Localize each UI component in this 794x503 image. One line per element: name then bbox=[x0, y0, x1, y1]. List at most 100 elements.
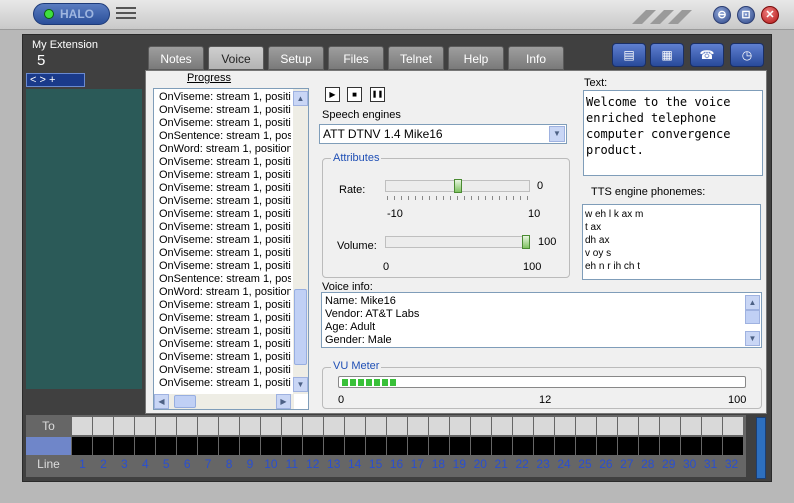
line-state-cell[interactable] bbox=[219, 437, 239, 455]
line-state-cell[interactable] bbox=[576, 437, 596, 455]
line-number[interactable]: 27 bbox=[616, 456, 637, 472]
volume-slider-thumb[interactable] bbox=[522, 235, 530, 249]
to-cell[interactable] bbox=[450, 417, 470, 435]
line-number[interactable]: 23 bbox=[533, 456, 554, 472]
line-number[interactable]: 15 bbox=[365, 456, 386, 472]
to-cell[interactable] bbox=[240, 417, 260, 435]
to-cell[interactable] bbox=[93, 417, 113, 435]
line-state-cell[interactable] bbox=[156, 437, 176, 455]
to-cell[interactable] bbox=[282, 417, 302, 435]
line-state-cell[interactable] bbox=[345, 437, 365, 455]
line-number[interactable]: 14 bbox=[344, 456, 365, 472]
line-number[interactable]: 13 bbox=[323, 456, 344, 472]
to-cell[interactable] bbox=[261, 417, 281, 435]
tab-info[interactable]: Info bbox=[508, 46, 564, 70]
scroll-down-icon[interactable]: ▼ bbox=[745, 331, 760, 346]
chevron-down-icon[interactable]: ▼ bbox=[549, 126, 565, 142]
line-number[interactable]: 6 bbox=[177, 456, 198, 472]
calendar-icon[interactable]: ▦ bbox=[650, 43, 684, 67]
line-number[interactable]: 20 bbox=[470, 456, 491, 472]
line-number[interactable]: 29 bbox=[658, 456, 679, 472]
scroll-thumb[interactable] bbox=[745, 310, 760, 324]
to-cell[interactable] bbox=[135, 417, 155, 435]
to-cell[interactable] bbox=[156, 417, 176, 435]
restore-button[interactable]: ⊡ bbox=[737, 6, 755, 24]
to-cell[interactable] bbox=[324, 417, 344, 435]
line-selector[interactable] bbox=[26, 437, 71, 455]
line-number[interactable]: 24 bbox=[554, 456, 575, 472]
line-number[interactable]: 21 bbox=[491, 456, 512, 472]
scroll-left-icon[interactable]: ◀ bbox=[154, 394, 169, 409]
line-state-cell[interactable] bbox=[681, 437, 701, 455]
line-number[interactable]: 18 bbox=[428, 456, 449, 472]
line-number[interactable]: 11 bbox=[281, 456, 302, 472]
line-number[interactable]: 9 bbox=[240, 456, 261, 472]
extension-nav[interactable]: < > + bbox=[26, 73, 85, 87]
line-state-cell[interactable] bbox=[240, 437, 260, 455]
to-cell[interactable] bbox=[723, 417, 743, 435]
tab-setup[interactable]: Setup bbox=[268, 46, 324, 70]
line-number[interactable]: 12 bbox=[302, 456, 323, 472]
line-state-cell[interactable] bbox=[660, 437, 680, 455]
to-cell[interactable] bbox=[576, 417, 596, 435]
line-state-cell[interactable] bbox=[114, 437, 134, 455]
to-cell[interactable] bbox=[639, 417, 659, 435]
line-state-cell[interactable] bbox=[324, 437, 344, 455]
line-state-cell[interactable] bbox=[639, 437, 659, 455]
to-cell[interactable] bbox=[492, 417, 512, 435]
close-button[interactable]: ✕ bbox=[761, 6, 779, 24]
line-state-cell[interactable] bbox=[387, 437, 407, 455]
tab-voice[interactable]: Voice bbox=[208, 46, 264, 70]
line-number[interactable]: 16 bbox=[386, 456, 407, 472]
line-number[interactable]: 19 bbox=[449, 456, 470, 472]
line-number[interactable]: 30 bbox=[679, 456, 700, 472]
to-cell[interactable] bbox=[702, 417, 722, 435]
line-state-cell[interactable] bbox=[702, 437, 722, 455]
tab-notes[interactable]: Notes bbox=[148, 46, 204, 70]
to-cell[interactable] bbox=[408, 417, 428, 435]
line-number[interactable]: 5 bbox=[156, 456, 177, 472]
pause-button[interactable]: ❚❚ bbox=[370, 87, 385, 102]
hamburger-menu-icon[interactable] bbox=[116, 7, 136, 21]
scroll-thumb[interactable] bbox=[294, 289, 307, 365]
minimize-button[interactable]: ⊖ bbox=[713, 6, 731, 24]
scroll-down-icon[interactable]: ▼ bbox=[293, 377, 308, 392]
line-state-cell[interactable] bbox=[723, 437, 743, 455]
tab-help[interactable]: Help bbox=[448, 46, 504, 70]
line-number[interactable]: 31 bbox=[700, 456, 721, 472]
to-cell[interactable] bbox=[555, 417, 575, 435]
line-state-cell[interactable] bbox=[303, 437, 323, 455]
to-cell[interactable] bbox=[429, 417, 449, 435]
line-number[interactable]: 1 bbox=[72, 456, 93, 472]
scroll-up-icon[interactable]: ▲ bbox=[293, 91, 308, 106]
to-cell[interactable] bbox=[534, 417, 554, 435]
scroll-up-icon[interactable]: ▲ bbox=[745, 295, 760, 310]
grid-scroll-strip[interactable] bbox=[756, 417, 766, 479]
phone-book-icon[interactable]: ☎ bbox=[690, 43, 724, 67]
tab-telnet[interactable]: Telnet bbox=[388, 46, 444, 70]
line-number[interactable]: 4 bbox=[135, 456, 156, 472]
line-state-cell[interactable] bbox=[72, 437, 92, 455]
scroll-right-icon[interactable]: ▶ bbox=[276, 394, 291, 409]
log-vertical-scrollbar[interactable]: ▲ ▼ bbox=[293, 89, 308, 394]
line-number[interactable]: 28 bbox=[637, 456, 658, 472]
line-number[interactable]: 10 bbox=[260, 456, 281, 472]
line-number[interactable]: 32 bbox=[721, 456, 742, 472]
line-number[interactable]: 22 bbox=[512, 456, 533, 472]
volume-slider[interactable] bbox=[385, 236, 530, 248]
hscroll-thumb[interactable] bbox=[174, 395, 196, 408]
progress-log[interactable]: OnViseme: stream 1, position:OnViseme: s… bbox=[153, 88, 309, 410]
line-state-cell[interactable] bbox=[450, 437, 470, 455]
halo-button[interactable]: HALO bbox=[33, 3, 110, 25]
line-state-cell[interactable] bbox=[177, 437, 197, 455]
contacts-icon[interactable]: ▤ bbox=[612, 43, 646, 67]
to-cell[interactable] bbox=[345, 417, 365, 435]
line-state-cell[interactable] bbox=[366, 437, 386, 455]
clock-icon[interactable]: ◷ bbox=[730, 43, 764, 67]
line-state-cell[interactable] bbox=[93, 437, 113, 455]
line-state-cell[interactable] bbox=[471, 437, 491, 455]
line-number[interactable]: 7 bbox=[198, 456, 219, 472]
line-state-cell[interactable] bbox=[408, 437, 428, 455]
to-cell[interactable] bbox=[513, 417, 533, 435]
rate-slider-thumb[interactable] bbox=[453, 179, 462, 193]
